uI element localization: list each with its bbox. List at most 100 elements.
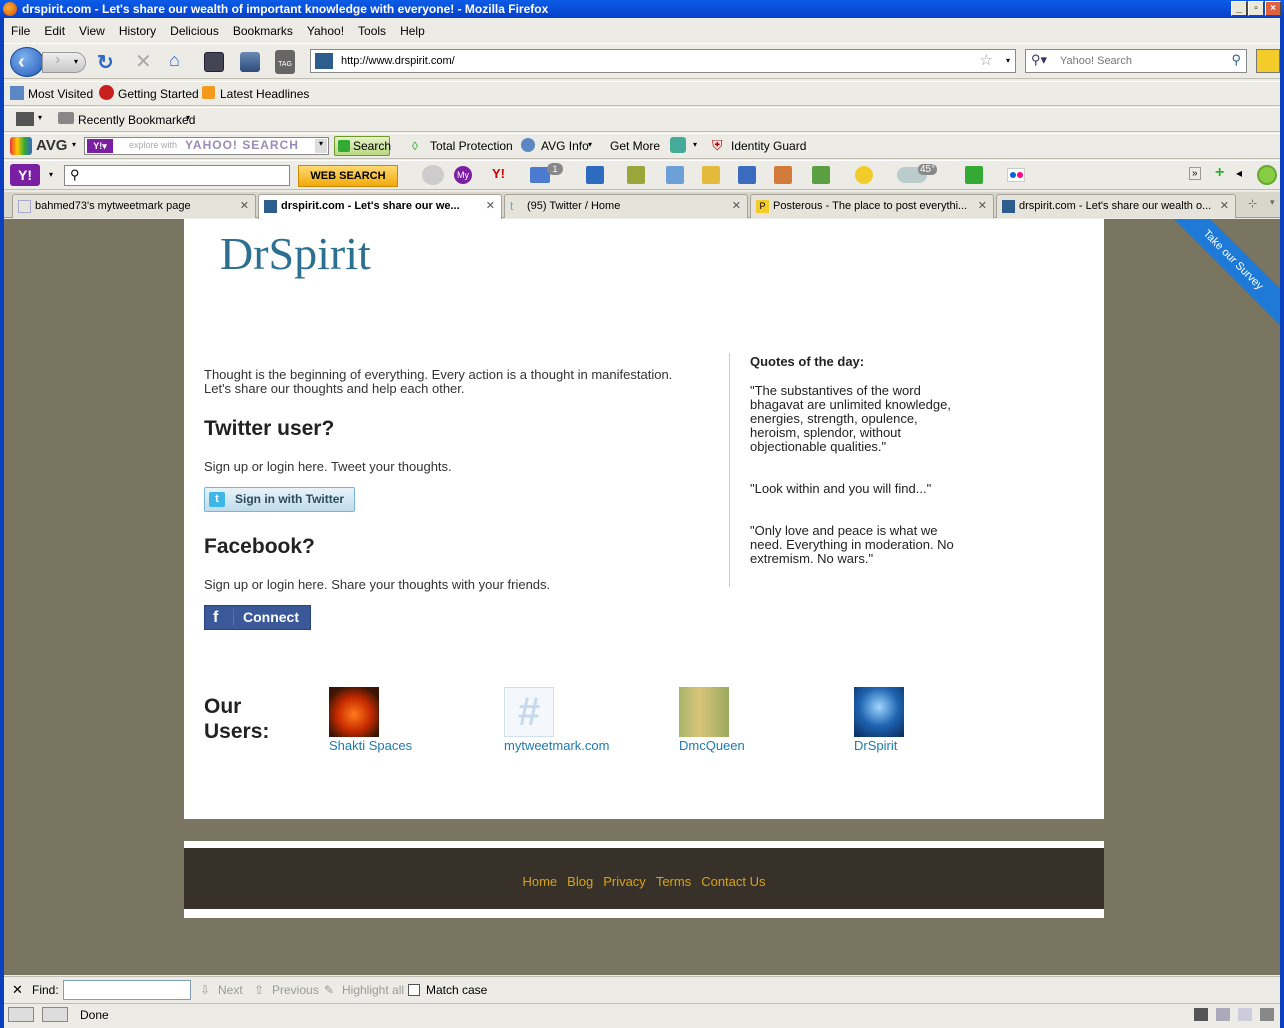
flickr-icon[interactable] — [1007, 168, 1025, 182]
toolbar-overflow-icon[interactable]: » — [1189, 167, 1201, 180]
tag-icon[interactable]: TAG — [275, 50, 295, 74]
user-link[interactable]: mytweetmark.com — [504, 738, 609, 753]
yahoo-tool-1-icon[interactable] — [422, 165, 444, 185]
tab-close-icon[interactable]: ✕ — [240, 195, 249, 217]
user-card[interactable]: DmcQueen — [679, 687, 745, 753]
tabs-dropdown-icon[interactable]: ▾ — [1270, 197, 1275, 208]
bookmark-latest-headlines[interactable]: Latest Headlines — [220, 87, 309, 101]
menu-edit[interactable]: Edit — [37, 20, 72, 42]
resize-grip-icon[interactable] — [1260, 1008, 1274, 1021]
search-box[interactable]: ⚲▾ Yahoo! Search ⚲ — [1025, 49, 1247, 73]
tab-mytweetmark[interactable]: bahmed73's mytweetmark page ✕ — [12, 194, 256, 218]
user-avatar[interactable] — [679, 687, 729, 737]
find-previous-button[interactable]: Previous — [272, 977, 319, 1003]
user-link[interactable]: DmcQueen — [679, 738, 745, 753]
user-link[interactable]: DrSpirit — [854, 738, 897, 753]
find-next-button[interactable]: Next — [218, 977, 243, 1003]
toolbar-icon[interactable] — [16, 112, 34, 126]
yahoo-tool-7-icon[interactable] — [774, 166, 792, 184]
user-card[interactable]: Shakti Spaces — [329, 687, 412, 753]
bookmark-most-visited[interactable]: Most Visited — [28, 87, 93, 101]
yahoo-logo-icon[interactable]: Y! — [10, 164, 40, 186]
tab-twitter[interactable]: t (95) Twitter / Home ✕ — [504, 194, 748, 218]
site-logo[interactable]: DrSpirit — [220, 227, 371, 280]
yahoo-tool-2-icon[interactable] — [586, 166, 604, 184]
maximize-button[interactable]: ▫ — [1248, 1, 1264, 16]
footer-blog-link[interactable]: Blog — [567, 874, 593, 889]
yahoo-engine-icon[interactable]: Y!▾ — [87, 139, 113, 153]
user-avatar-hash-icon[interactable]: # — [504, 687, 554, 737]
bookmark-getting-started[interactable]: Getting Started — [118, 87, 199, 101]
avg-get-more[interactable]: Get More — [610, 139, 660, 153]
status-tool-2-icon[interactable] — [42, 1007, 68, 1022]
messenger-icon[interactable] — [855, 166, 873, 184]
highlight-all-button[interactable]: Highlight all — [342, 977, 404, 1003]
sign-in-twitter-button[interactable]: t Sign in with Twitter — [204, 487, 355, 512]
avg-search-input[interactable]: Y!▾ explore with YAHOO! SEARCH ▾ — [84, 137, 329, 155]
tab-close-icon[interactable]: ✕ — [732, 195, 741, 217]
menu-delicious[interactable]: Delicious — [163, 20, 226, 42]
user-avatar[interactable] — [854, 687, 904, 737]
url-bar[interactable]: http://www.drspirit.com/ ☆ ▾ — [310, 49, 1016, 73]
menu-yahoo[interactable]: Yahoo! — [300, 20, 351, 42]
user-link[interactable]: Shakti Spaces — [329, 738, 412, 753]
status-tool-1-icon[interactable] — [8, 1007, 34, 1022]
avg-search-dropdown-icon[interactable]: ▾ — [315, 139, 327, 153]
status-mail-icon[interactable] — [1238, 1008, 1252, 1021]
close-window-button[interactable]: × — [1265, 1, 1281, 16]
reload-icon[interactable]: ↻ — [97, 50, 114, 75]
screenshot-icon[interactable] — [204, 52, 224, 72]
scroll-left-icon[interactable]: ◂ — [1236, 166, 1242, 180]
yahoo-tool-9-icon[interactable] — [965, 166, 983, 184]
footer-contact-link[interactable]: Contact Us — [701, 874, 765, 889]
my-yahoo-icon[interactable]: My — [454, 166, 472, 184]
yahoo-tool-3-icon[interactable] — [627, 166, 645, 184]
yahoo-tool-4-icon[interactable] — [666, 166, 684, 184]
status-icon-2[interactable] — [1216, 1008, 1230, 1021]
search-go-icon[interactable]: ⚲ — [1231, 49, 1241, 71]
menu-tools[interactable]: Tools — [351, 20, 393, 42]
menu-history[interactable]: History — [112, 20, 163, 42]
stop-icon[interactable]: ✕ — [135, 49, 152, 74]
avg-tool-dropdown-icon[interactable]: ▾ — [693, 140, 697, 149]
bookmark-star-icon[interactable]: ☆ — [980, 50, 993, 72]
recently-bookmarked-dropdown-icon[interactable]: ▾ — [186, 113, 190, 122]
avg-dropdown-icon[interactable]: ▾ — [72, 140, 76, 149]
tab-close-icon[interactable]: ✕ — [486, 195, 495, 217]
tab-drspirit-active[interactable]: drspirit.com - Let's share our we... ✕ — [258, 194, 502, 219]
footer-terms-link[interactable]: Terms — [656, 874, 691, 889]
tab-drspirit-2[interactable]: drspirit.com - Let's share our wealth o.… — [996, 194, 1236, 218]
forward-button[interactable]: › ▾ — [42, 51, 86, 73]
close-find-icon[interactable]: ✕ — [12, 977, 23, 1003]
settings-gear-icon[interactable] — [1257, 165, 1277, 185]
tab-close-icon[interactable]: ✕ — [1220, 195, 1229, 217]
avg-search-button[interactable]: Search — [334, 136, 391, 156]
tab-close-icon[interactable]: ✕ — [978, 195, 987, 217]
back-button[interactable]: ‹ — [10, 47, 44, 77]
yahoo-y-icon[interactable]: Y! — [492, 166, 505, 181]
avg-tool-icon[interactable] — [670, 137, 686, 153]
user-avatar[interactable] — [329, 687, 379, 737]
user-card[interactable]: DrSpirit — [854, 687, 904, 753]
url-dropdown-icon[interactable]: ▾ — [1006, 50, 1010, 72]
yahoo-tool-8-icon[interactable] — [812, 166, 830, 184]
extension-icon[interactable] — [1256, 49, 1280, 73]
menu-file[interactable]: File — [4, 20, 37, 42]
list-tabs-icon[interactable]: ⊹ — [1248, 197, 1257, 210]
facebook-connect-button[interactable]: f Connect — [204, 605, 311, 630]
menu-bookmarks[interactable]: Bookmarks — [226, 20, 300, 42]
home-icon[interactable]: ⌂ — [169, 50, 180, 71]
tab-posterous[interactable]: P Posterous - The place to post everythi.… — [750, 194, 994, 218]
match-case-checkbox[interactable] — [408, 984, 420, 996]
find-input[interactable] — [63, 980, 191, 1000]
avg-total-protection[interactable]: Total Protection — [430, 139, 513, 153]
footer-home-link[interactable]: Home — [522, 874, 557, 889]
menu-help[interactable]: Help — [393, 20, 432, 42]
footer-privacy-link[interactable]: Privacy — [603, 874, 646, 889]
avg-identity-guard[interactable]: Identity Guard — [731, 139, 806, 153]
menu-view[interactable]: View — [72, 20, 112, 42]
dropdown-icon[interactable]: ▾ — [38, 113, 42, 122]
add-icon[interactable]: + — [1215, 164, 1224, 182]
yahoo-tool-6-icon[interactable] — [738, 166, 756, 184]
avg-info-dropdown-icon[interactable]: ▾ — [588, 140, 592, 149]
